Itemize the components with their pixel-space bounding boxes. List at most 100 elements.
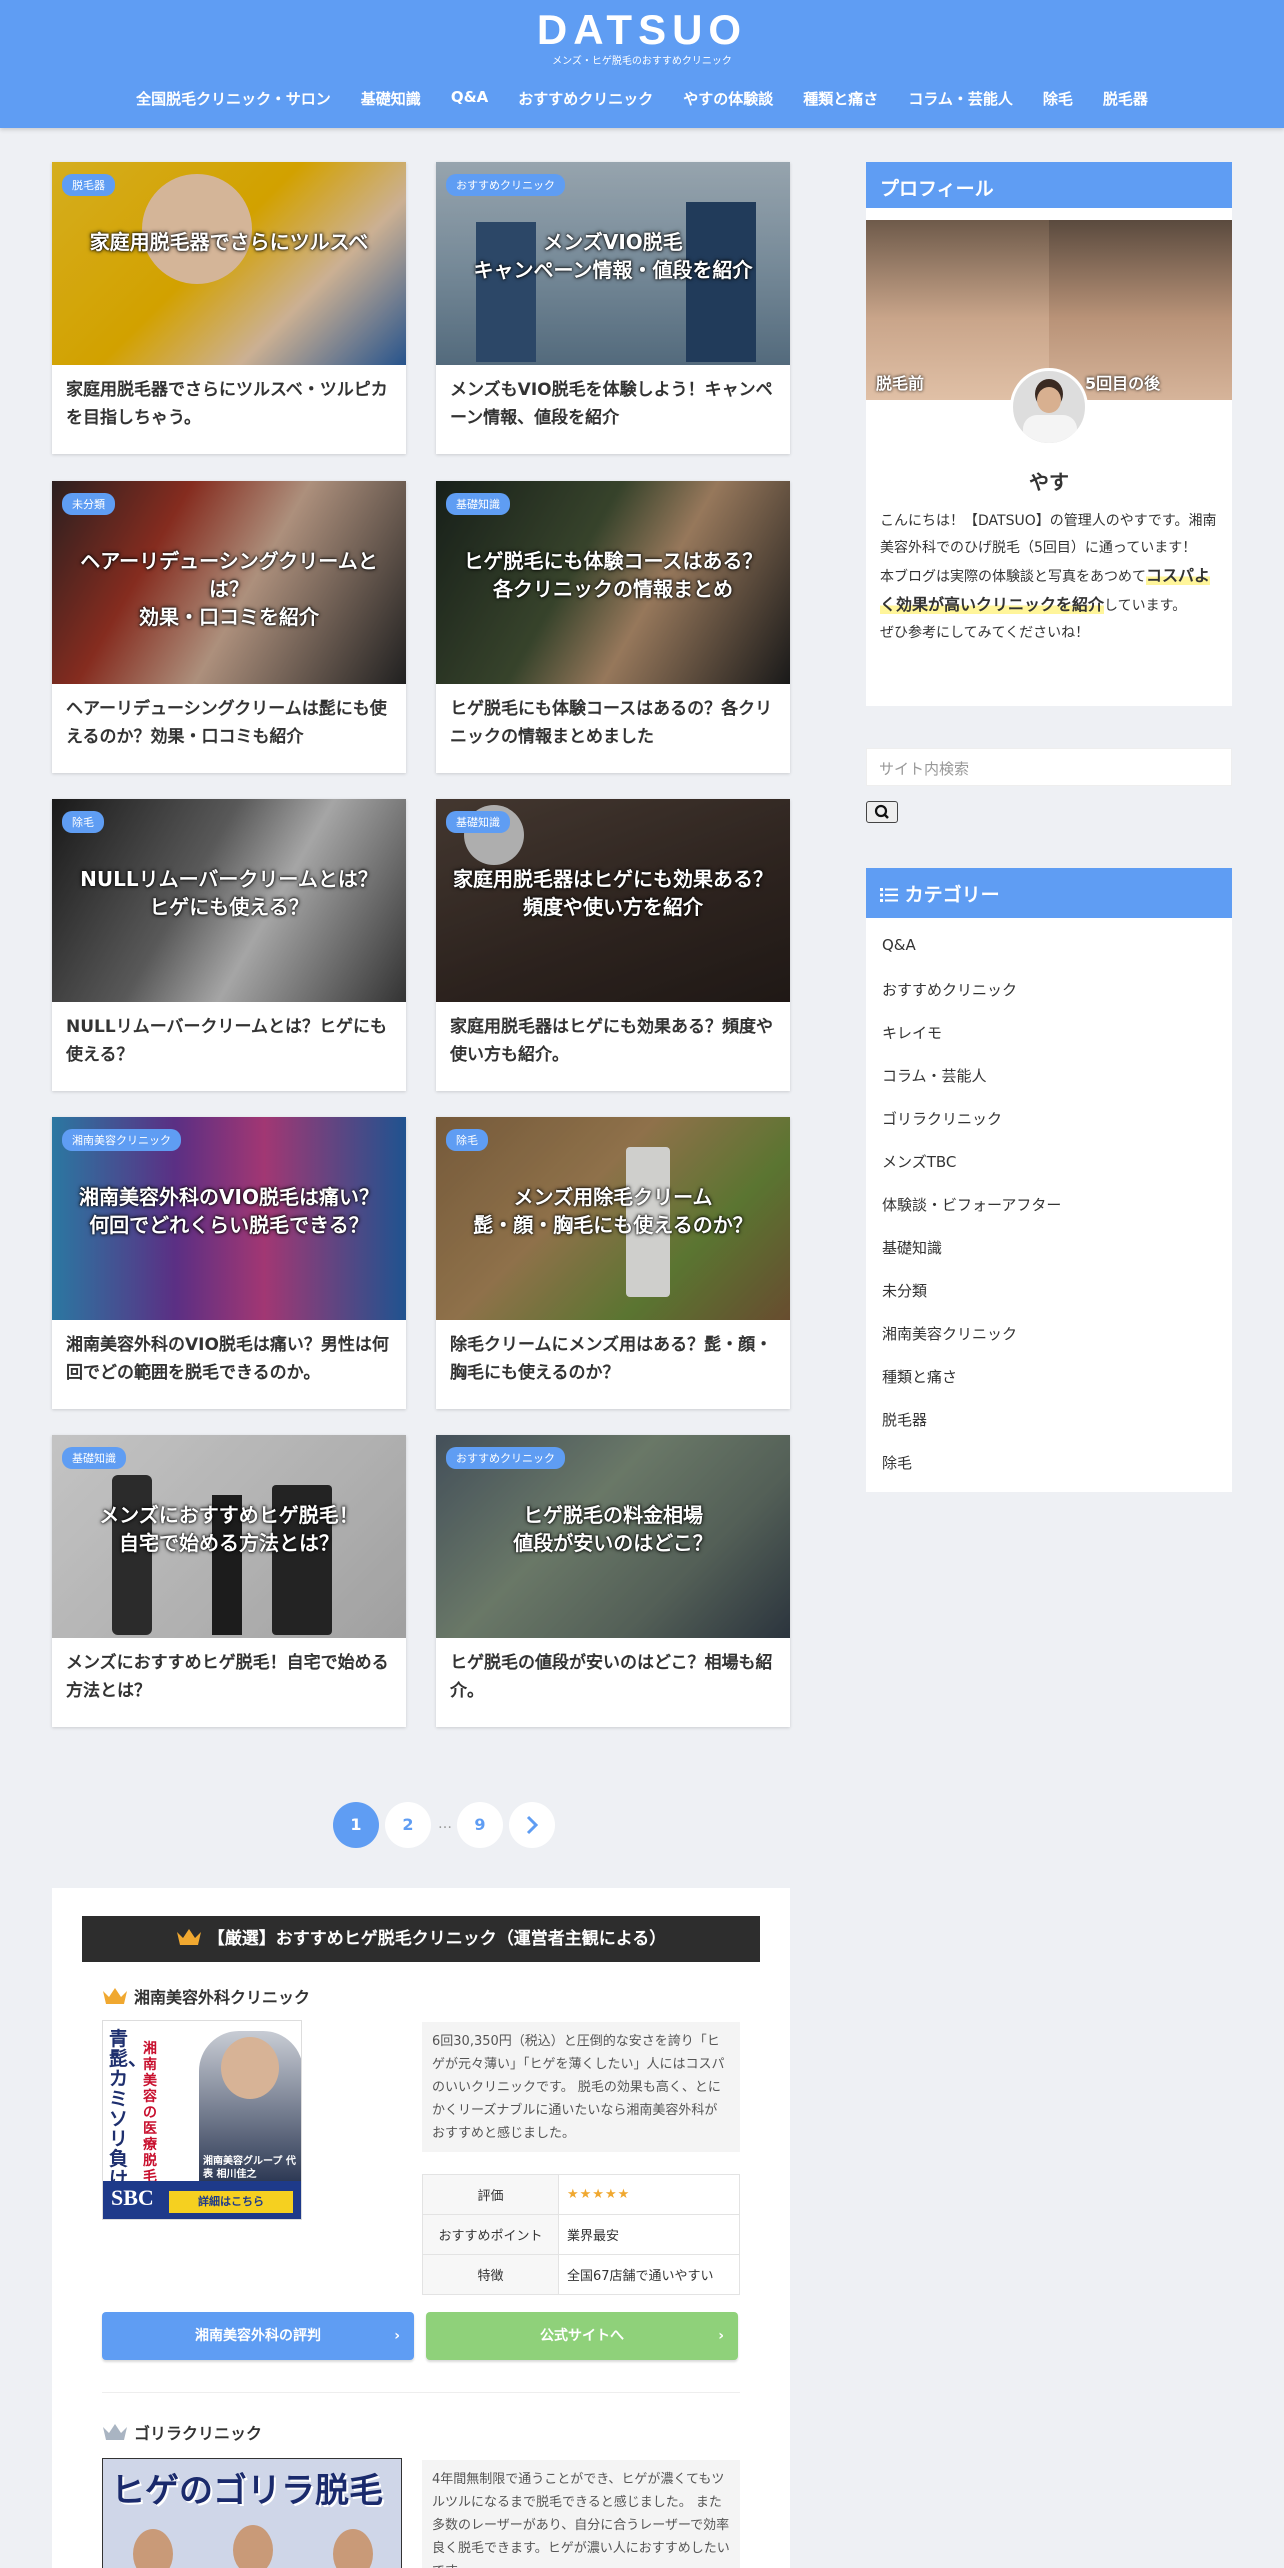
table-key: 特徴 (422, 2254, 559, 2295)
list-icon (880, 888, 898, 902)
table-key: おすすめポイント (422, 2214, 559, 2255)
global-nav: 全国脱毛クリニック・サロン 基礎知識 Q&A おすすめクリニック やすの体験談 … (0, 88, 1284, 109)
article-card[interactable]: おすすめクリニック メンズVIO脱毛 キャンペーン情報・値段を紹介 メンズもVI… (436, 162, 790, 454)
table-row: おすすめポイント 業界最安 (422, 2214, 740, 2255)
article-thumbnail[interactable]: 脱毛器 家庭用脱毛器でさらにツルスベ (52, 162, 406, 365)
category-item[interactable]: 除毛 (882, 1452, 912, 1473)
thumbnail-caption: メンズ用除毛クリーム 髭・顔・胸毛にも使えるのか？ (473, 1185, 753, 1237)
nav-item-types[interactable]: 種類と痛さ (788, 88, 893, 109)
category-badge[interactable]: 基礎知識 (446, 493, 510, 515)
category-badge[interactable]: おすすめクリニック (446, 174, 565, 196)
nav-item-basics[interactable]: 基礎知識 (346, 88, 436, 109)
article-thumbnail[interactable]: おすすめクリニック ヒゲ脱毛の料金相場 値段が安いのはどこ？ (436, 1435, 790, 1638)
category-item[interactable]: Q&A (882, 936, 916, 954)
banner-copy: ヒゲのゴリラ脱毛 (111, 2471, 383, 2511)
thumbnail-caption: ヘアーリデューシングクリームとは？ 効果・口コミを紹介 (80, 549, 378, 629)
table-row: 評価 ★★★★★ (422, 2174, 740, 2215)
article-title[interactable]: メンズにおすすめヒゲ脱毛！自宅で始める方法とは？ (66, 1649, 392, 1705)
nav-item-recommended[interactable]: おすすめクリニック (503, 88, 668, 109)
next-page-button[interactable] (509, 1802, 555, 1848)
category-item[interactable]: 湘南美容クリニック (882, 1323, 1017, 1344)
article-thumbnail[interactable]: 基礎知識 メンズにおすすめヒゲ脱毛！ 自宅で始める方法とは？ (52, 1435, 406, 1638)
article-title[interactable]: ヒゲ脱毛にも体験コースはあるの？各クリニックの情報まとめました (450, 695, 776, 751)
category-item[interactable]: 基礎知識 (882, 1237, 942, 1258)
category-badge[interactable]: 基礎知識 (62, 1447, 126, 1469)
shonan-review-button[interactable]: 湘南美容外科の評判 › (102, 2312, 414, 2360)
article-card[interactable]: 基礎知識 ヒゲ脱毛にも体験コースはある？ 各クリニックの情報まとめ ヒゲ脱毛にも… (436, 481, 790, 773)
thumbnail-caption: ヒゲ脱毛にも体験コースはある？ 各クリニックの情報まとめ (463, 549, 763, 601)
article-title[interactable]: 家庭用脱毛器はヒゲにも効果ある？頻度や使い方も紹介。 (450, 1013, 776, 1069)
sbc-logo: SBC (111, 2185, 154, 2210)
category-item[interactable]: 未分類 (882, 1280, 927, 1301)
article-thumbnail[interactable]: 未分類 ヘアーリデューシングクリームとは？ 効果・口コミを紹介 (52, 481, 406, 684)
shonan-official-button[interactable]: 公式サイトへ › (426, 2312, 738, 2360)
article-title[interactable]: 家庭用脱毛器でさらにツルスベ・ツルピカを目指しちゃう。 (66, 376, 392, 432)
article-thumbnail[interactable]: 除毛 メンズ用除毛クリーム 髭・顔・胸毛にも使えるのか？ (436, 1117, 790, 1320)
nav-item-hair-removal[interactable]: 除毛 (1028, 88, 1088, 109)
nav-item-clinics[interactable]: 全国脱毛クリニック・サロン (121, 88, 346, 109)
page-1[interactable]: 1 (333, 1802, 379, 1848)
article-card[interactable]: おすすめクリニック ヒゲ脱毛の料金相場 値段が安いのはどこ？ ヒゲ脱毛の値段が安… (436, 1435, 790, 1727)
nav-item-column[interactable]: コラム・芸能人 (893, 88, 1028, 109)
article-thumbnail[interactable]: 基礎知識 ヒゲ脱毛にも体験コースはある？ 各クリニックの情報まとめ (436, 481, 790, 684)
clinic-name-shonan[interactable]: 湘南美容外科クリニック (102, 1984, 310, 2008)
article-title[interactable]: メンズもVIO脱毛を体験しよう！キャンペーン情報、値段を紹介 (450, 376, 776, 432)
article-thumbnail[interactable]: 湘南美容クリニック 湘南美容外科のVIO脱毛は痛い？ 何回でどれくらい脱毛できる… (52, 1117, 406, 1320)
category-badge[interactable]: 基礎知識 (446, 811, 510, 833)
gorilla-description: 4年間無制限で通うことができ、ヒゲが濃くてもツルツルになるまで脱毛できると感じま… (422, 2460, 740, 2568)
category-badge[interactable]: 除毛 (62, 811, 104, 833)
category-badge[interactable]: 湘南美容クリニック (62, 1129, 181, 1151)
article-title[interactable]: ヒゲ脱毛の値段が安いのはどこ？相場も紹介。 (450, 1649, 776, 1705)
site-tagline: メンズ・ヒゲ脱毛のおすすめクリニック (552, 56, 732, 67)
category-badge[interactable]: 未分類 (62, 493, 115, 515)
category-badge[interactable]: 脱毛器 (62, 174, 115, 196)
article-card[interactable]: 除毛 NULLリムーバークリームとは？ ヒゲにも使える？ NULLリムーバークリ… (52, 799, 406, 1091)
thumbnail-caption: メンズVIO脱毛 キャンペーン情報・値段を紹介 (473, 230, 753, 282)
category-item[interactable]: キレイモ (882, 1022, 942, 1043)
article-card[interactable]: 脱毛器 家庭用脱毛器でさらにツルスベ 家庭用脱毛器でさらにツルスベ・ツルピカを目… (52, 162, 406, 454)
article-card[interactable]: 湘南美容クリニック 湘南美容外科のVIO脱毛は痛い？ 何回でどれくらい脱毛できる… (52, 1117, 406, 1409)
category-item[interactable]: ゴリラクリニック (882, 1108, 1002, 1129)
banner-person: 湘南美容グループ 代表 相川佳之 (203, 2156, 296, 2180)
rating-stars: ★★★★★ (558, 2174, 740, 2215)
table-value: 全国67店舗で通いやすい (558, 2254, 740, 2295)
page-2[interactable]: 2 (385, 1802, 431, 1848)
shonan-banner[interactable]: 青髭、カミソリ負けから解放されたい 湘南美容の医療脱毛 湘南美容グループ 代表 … (102, 2020, 302, 2220)
pagination-ellipsis: … (438, 1816, 452, 1832)
nav-item-devices[interactable]: 脱毛器 (1088, 88, 1163, 109)
ranking-heading: 【厳選】おすすめヒゲ脱毛クリニック（運営者主観による） (82, 1916, 760, 1962)
category-item[interactable]: 体験談・ビフォーアフター (882, 1194, 1061, 1215)
category-item[interactable]: コラム・芸能人 (882, 1065, 987, 1086)
before-label: 脱毛前 (876, 374, 925, 393)
category-item[interactable]: おすすめクリニック (882, 979, 1017, 1000)
search-button[interactable] (866, 801, 898, 823)
divider (102, 2392, 740, 2393)
search-input[interactable]: サイト内検索 (866, 748, 1232, 786)
shonan-spec-table: 評価 ★★★★★ おすすめポイント 業界最安 特徴 全国67店舗で通いやすい (422, 2174, 740, 2295)
article-thumbnail[interactable]: 基礎知識 家庭用脱毛器はヒゲにも効果ある？ 頻度や使い方を紹介 (436, 799, 790, 1002)
article-card[interactable]: 基礎知識 メンズにおすすめヒゲ脱毛！ 自宅で始める方法とは？ メンズにおすすめヒ… (52, 1435, 406, 1727)
clinic-name-gorilla[interactable]: ゴリラクリニック (102, 2420, 262, 2444)
article-title[interactable]: 湘南美容外科のVIO脱毛は痛い？男性は何回でどの範囲を脱毛できるのか。 (66, 1331, 392, 1387)
article-thumbnail[interactable]: 除毛 NULLリムーバークリームとは？ ヒゲにも使える？ (52, 799, 406, 1002)
article-card[interactable]: 基礎知識 家庭用脱毛器はヒゲにも効果ある？ 頻度や使い方を紹介 家庭用脱毛器はヒ… (436, 799, 790, 1091)
article-card[interactable]: 除毛 メンズ用除毛クリーム 髭・顔・胸毛にも使えるのか？ 除毛クリームにメンズ用… (436, 1117, 790, 1409)
category-badge[interactable]: おすすめクリニック (446, 1447, 565, 1469)
nav-item-experience[interactable]: やすの体験談 (668, 88, 788, 109)
category-item[interactable]: 脱毛器 (882, 1409, 927, 1430)
article-title[interactable]: 除毛クリームにメンズ用はある？髭・顔・胸毛にも使えるのか？ (450, 1331, 776, 1387)
category-item[interactable]: メンズTBC (882, 1151, 956, 1172)
page-9[interactable]: 9 (457, 1802, 503, 1848)
site-logo[interactable]: DATSUO (0, 6, 1284, 54)
gorilla-banner[interactable]: ヒゲのゴリラ脱毛 (102, 2458, 402, 2568)
article-title[interactable]: ヘアーリデューシングクリームは髭にも使えるのか？効果・口コミも紹介 (66, 695, 392, 751)
article-card[interactable]: 未分類 ヘアーリデューシングクリームとは？ 効果・口コミを紹介 ヘアーリデューシ… (52, 481, 406, 773)
profile-widget: 脱毛前 5回目の後 やす こんにちは！【DATSUO】の管理人のやすです。湘南美… (866, 208, 1232, 706)
profile-heading: プロフィール (866, 162, 1232, 212)
category-item[interactable]: 種類と痛さ (882, 1366, 957, 1387)
nav-item-qa[interactable]: Q&A (436, 88, 503, 109)
banner-copy-2: 湘南美容の医療脱毛 (143, 2041, 157, 2185)
article-thumbnail[interactable]: おすすめクリニック メンズVIO脱毛 キャンペーン情報・値段を紹介 (436, 162, 790, 365)
category-badge[interactable]: 除毛 (446, 1129, 488, 1151)
article-title[interactable]: NULLリムーバークリームとは？ヒゲにも使える？ (66, 1013, 392, 1069)
